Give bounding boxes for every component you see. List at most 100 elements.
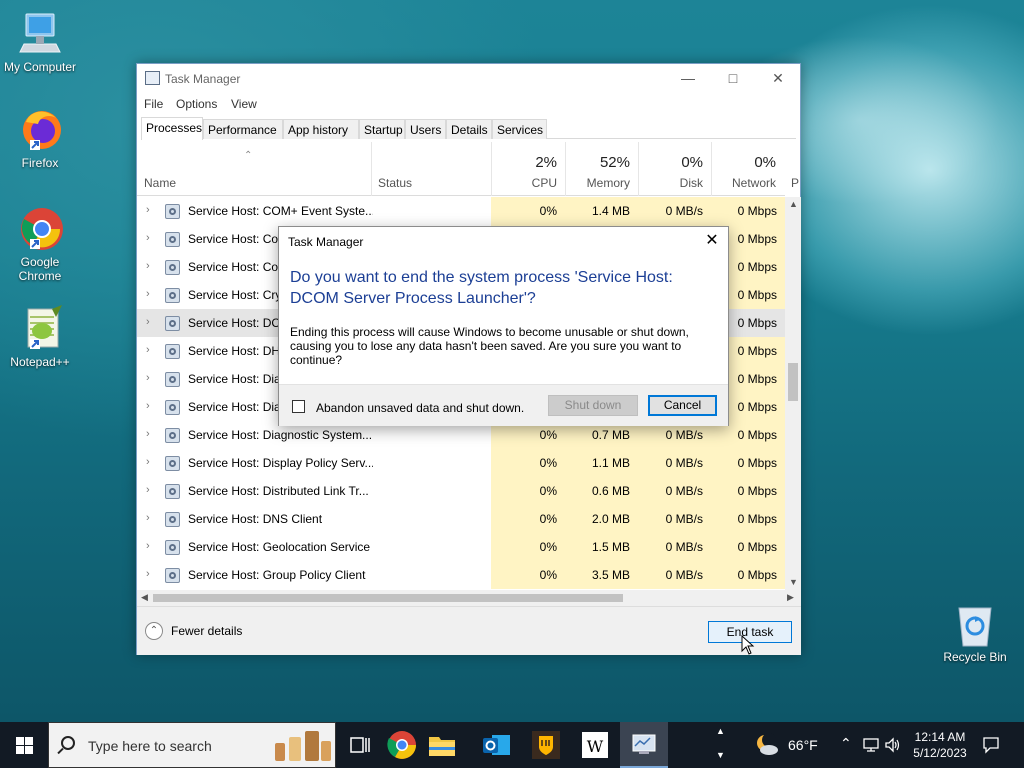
search-icon xyxy=(61,736,75,750)
horizontal-scrollbar[interactable]: ◀ ▶ xyxy=(137,590,801,606)
tab-startup[interactable]: Startup xyxy=(359,119,405,139)
sort-up-icon: ⌃ xyxy=(244,150,253,161)
vertical-scrollbar[interactable]: ▲ ▼ xyxy=(785,197,801,590)
desktop-icon-firefox[interactable]: Firefox xyxy=(0,106,80,170)
process-name: Service Host: Diagnostic System... xyxy=(188,428,373,442)
cell-disk-value: 0 MB/s xyxy=(665,568,703,582)
service-gear-icon xyxy=(165,512,180,527)
desktop-icon-chrome[interactable]: Google Chrome xyxy=(0,205,80,283)
expand-chevron-icon[interactable]: › xyxy=(146,372,150,384)
task-view-icon[interactable] xyxy=(344,729,376,761)
clock[interactable]: 12:14 AM 5/12/2023 xyxy=(905,729,975,761)
cell-disk-value: 0 MB/s xyxy=(665,456,703,470)
svg-text:W: W xyxy=(587,737,604,756)
expand-chevron-icon[interactable]: › xyxy=(146,288,150,300)
outlook-icon[interactable] xyxy=(480,729,512,761)
expand-chevron-icon[interactable]: › xyxy=(146,428,150,440)
cell-memory-value: 0.6 MB xyxy=(591,484,630,498)
abandon-data-label[interactable]: Abandon unsaved data and shut down. xyxy=(316,401,524,415)
tab-performance[interactable]: Performance xyxy=(203,119,283,139)
column-power-cut[interactable]: P xyxy=(791,176,799,190)
notification-center-icon[interactable] xyxy=(982,736,1000,754)
service-gear-icon xyxy=(165,484,180,499)
expand-chevron-icon[interactable]: › xyxy=(146,204,150,216)
process-row[interactable]: 0% 0.6 MB 0 MB/s 0 Mbps › Service Host: Distr… xyxy=(137,477,785,505)
wikipedia-icon[interactable]: W xyxy=(579,729,611,761)
expand-chevron-icon[interactable]: › xyxy=(146,568,150,580)
tab-details[interactable]: Details xyxy=(446,119,492,139)
scroll-right-arrow-icon[interactable]: ▶ xyxy=(787,592,794,603)
close-button[interactable]: ✕ xyxy=(755,64,801,94)
desktop-icon-recycle-bin[interactable]: Recycle Bin xyxy=(935,600,1015,664)
expand-chevron-icon[interactable]: › xyxy=(146,400,150,412)
horizontal-scroll-thumb[interactable] xyxy=(153,594,623,602)
column-memory[interactable]: 52% Memory xyxy=(565,142,638,196)
minimize-button[interactable]: — xyxy=(665,64,711,94)
expand-chevron-icon[interactable]: › xyxy=(146,260,150,272)
cell-disk-value: 0 MB/s xyxy=(665,484,703,498)
cancel-button[interactable]: Cancel xyxy=(648,395,717,416)
scroll-up-arrow-icon[interactable]: ▲ xyxy=(789,199,798,209)
network-icon[interactable] xyxy=(862,737,880,753)
clock-time: 12:14 AM xyxy=(914,730,966,744)
file-explorer-icon[interactable] xyxy=(426,729,458,761)
process-row[interactable]: 0% 1.1 MB 0 MB/s 0 Mbps › Service Host: Displ… xyxy=(137,449,785,477)
title-bar[interactable]: Task Manager — □ ✕ xyxy=(137,64,800,94)
expand-chevron-icon[interactable]: › xyxy=(146,512,150,524)
ups-icon[interactable] xyxy=(530,729,562,761)
process-row[interactable]: 0% 1.4 MB 0 MB/s 0 Mbps › Service Host: COM+ … xyxy=(137,197,785,225)
weather-moon-cloud-icon[interactable] xyxy=(754,733,780,757)
start-button[interactable] xyxy=(0,722,48,768)
shut-down-button[interactable]: Shut down xyxy=(548,395,638,416)
cell-disk-value: 0 MB/s xyxy=(665,540,703,554)
process-row[interactable]: 0% 3.5 MB 0 MB/s 0 Mbps › Service Host: Group… xyxy=(137,561,785,589)
process-row[interactable]: 0% 2.0 MB 0 MB/s 0 Mbps › Service Host: DNS C… xyxy=(137,505,785,533)
firefox-icon xyxy=(16,106,64,154)
expand-chevron-icon[interactable]: › xyxy=(146,540,150,552)
desktop-icon-label: Recycle Bin xyxy=(943,650,1007,664)
tab-users[interactable]: Users xyxy=(405,119,446,139)
tab-services[interactable]: Services xyxy=(492,119,547,139)
process-name: Service Host: Group Policy Client xyxy=(188,568,366,582)
column-status[interactable]: Status xyxy=(371,142,491,196)
process-row[interactable]: 0% 1.5 MB 0 MB/s 0 Mbps › Service Host: Geolo… xyxy=(137,533,785,561)
chrome-taskbar-icon[interactable] xyxy=(386,729,418,761)
column-disk[interactable]: 0% Disk xyxy=(638,142,711,196)
expand-chevron-icon[interactable]: › xyxy=(146,456,150,468)
vertical-scroll-thumb[interactable] xyxy=(788,363,798,401)
tab-strip: Processes Performance App history Startu… xyxy=(141,117,796,140)
cell-network: 0 Mbps xyxy=(711,449,785,477)
tray-chevron-up-icon[interactable]: ⌃ xyxy=(840,735,852,752)
expand-chevron-icon[interactable]: › xyxy=(146,232,150,244)
tab-app-history[interactable]: App history xyxy=(283,119,359,139)
task-manager-taskbar-button[interactable] xyxy=(620,722,668,768)
scroll-down-arrow-icon[interactable]: ▼ xyxy=(789,577,798,587)
cell-disk: 0 MB/s xyxy=(638,505,711,533)
process-name: Service Host: Distributed Link Tr... xyxy=(188,484,369,498)
desktop-icon-notepadpp[interactable]: Notepad++ xyxy=(0,305,80,369)
desktop-icon-my-computer[interactable]: My Computer xyxy=(0,10,80,74)
cell-disk-value: 0 MB/s xyxy=(665,204,703,218)
dialog-close-button[interactable]: ✕ xyxy=(702,229,722,253)
column-cpu[interactable]: 2% CPU xyxy=(491,142,565,196)
column-name[interactable]: Name xyxy=(144,176,176,190)
menu-view[interactable]: View xyxy=(231,97,257,111)
weather-temperature[interactable]: 66°F xyxy=(788,737,818,753)
cell-memory-value: 0.7 MB xyxy=(591,428,630,442)
maximize-button[interactable]: □ xyxy=(710,64,756,94)
expand-chevron-icon[interactable]: › xyxy=(146,316,150,328)
column-network[interactable]: 0% Network xyxy=(711,142,784,196)
dialog-title: Task Manager xyxy=(288,235,364,249)
scroll-left-arrow-icon[interactable]: ◀ xyxy=(141,592,148,603)
volume-icon[interactable] xyxy=(884,737,902,753)
menu-file[interactable]: File xyxy=(144,97,163,111)
expand-chevron-icon[interactable]: › xyxy=(146,344,150,356)
tray-overflow-scroll[interactable]: ▲ ▼ xyxy=(712,722,730,768)
cell-network-value: 0 Mbps xyxy=(737,456,777,470)
tab-processes[interactable]: Processes xyxy=(141,117,203,140)
cell-disk: 0 MB/s xyxy=(638,197,711,225)
abandon-data-checkbox[interactable] xyxy=(292,400,305,413)
expand-chevron-icon[interactable]: › xyxy=(146,484,150,496)
menu-options[interactable]: Options xyxy=(176,97,217,111)
taskbar-search[interactable]: Type here to search xyxy=(48,722,336,768)
